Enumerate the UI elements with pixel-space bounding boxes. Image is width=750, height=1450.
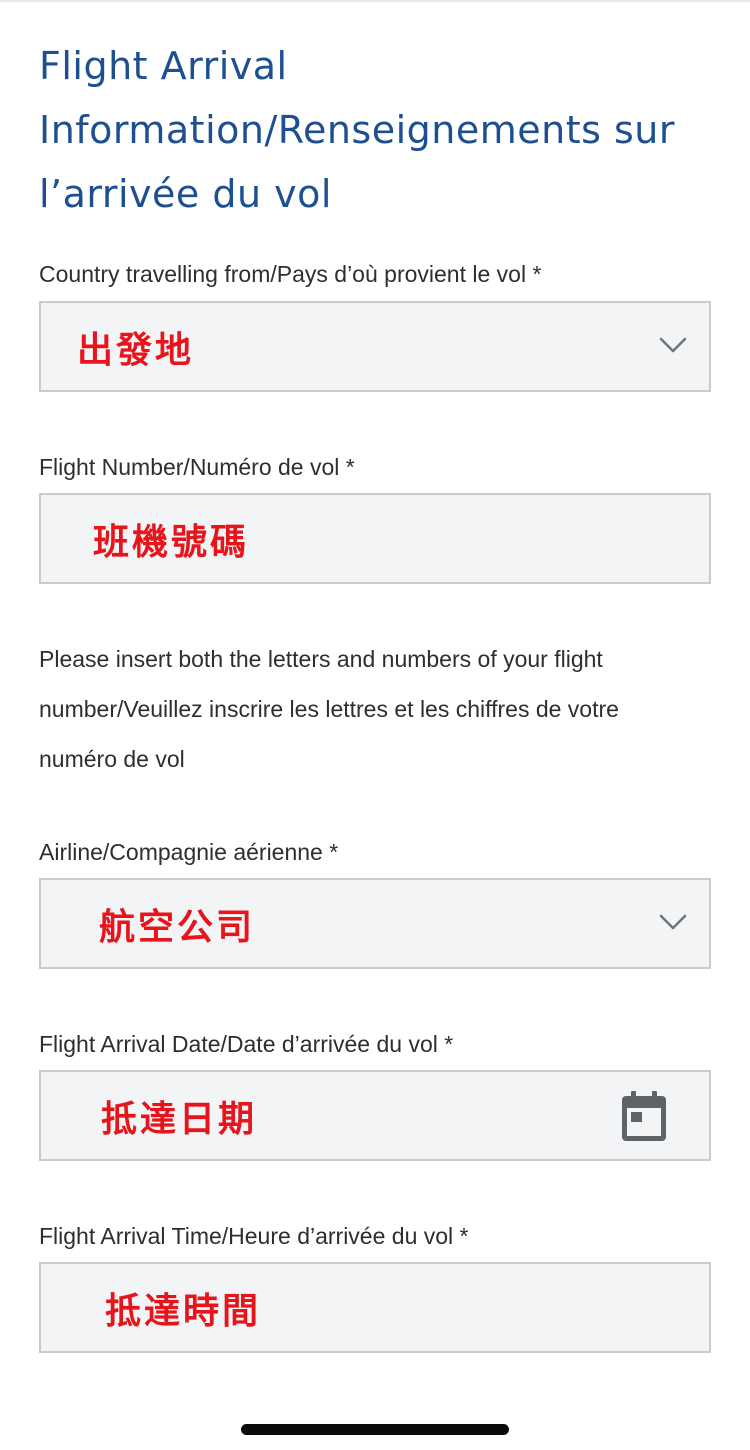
arrival-time-label: Flight Arrival Time/Heure d’arrivée du v… (39, 1223, 469, 1249)
country-select-value: 出發地 (77, 329, 195, 371)
chevron-down-icon (659, 914, 687, 930)
arrival-time-field[interactable]: 抵達時間 (39, 1262, 711, 1353)
arrival-date-field[interactable]: 抵達日期 (39, 1070, 711, 1161)
flight-number-field[interactable]: 班機號碼 (39, 493, 711, 584)
country-label: Country travelling from/Pays d’où provie… (39, 261, 542, 287)
chevron-down-icon (659, 337, 687, 353)
home-indicator[interactable] (241, 1424, 509, 1435)
country-select[interactable]: 出發地 (39, 301, 711, 392)
airline-select[interactable]: 航空公司 (39, 878, 711, 969)
top-divider (0, 0, 750, 2)
flight-number-help-text: Please insert both the letters and numbe… (39, 646, 619, 772)
airline-select-value: 航空公司 (99, 906, 256, 948)
arrival-date-label: Flight Arrival Date/Date d’arrivée du vo… (39, 1031, 454, 1057)
arrival-time-field-value: 抵達時間 (105, 1290, 262, 1332)
calendar-icon[interactable] (619, 1090, 669, 1144)
flight-number-field-value: 班機號碼 (93, 521, 250, 563)
arrival-date-field-value: 抵達日期 (101, 1098, 258, 1140)
flight-number-label: Flight Number/Numéro de vol * (39, 454, 355, 480)
airline-label: Airline/Compagnie aérienne * (39, 839, 339, 865)
section-title: Flight Arrival Information/Renseignement… (39, 44, 676, 216)
